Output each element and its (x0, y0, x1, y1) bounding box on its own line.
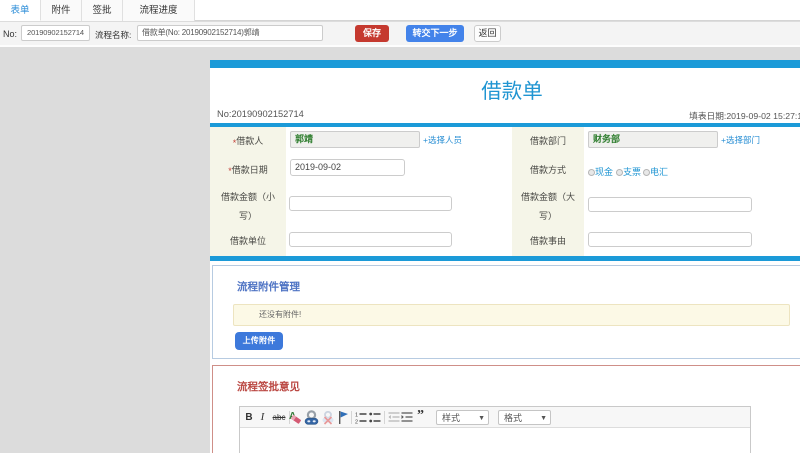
svg-text:2: 2 (355, 419, 358, 424)
svg-text:1: 1 (355, 412, 358, 418)
